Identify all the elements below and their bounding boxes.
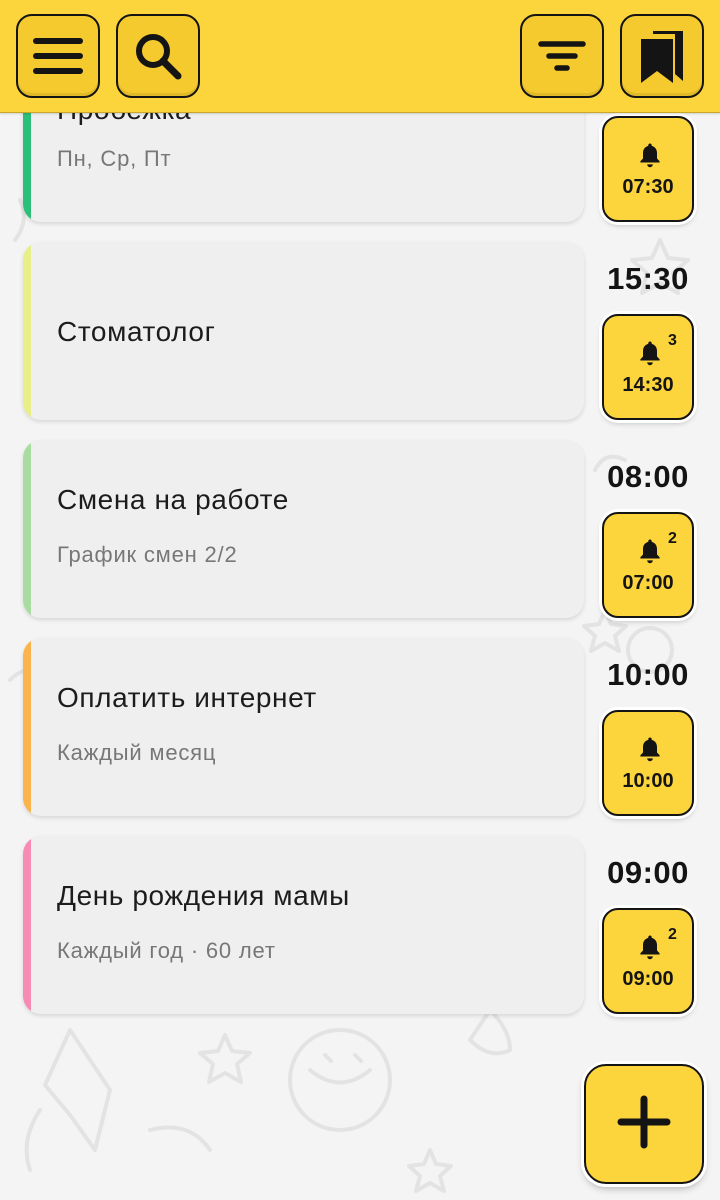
- reminder-subtitle: Каждый год · 60 лет: [57, 938, 276, 963]
- bell-icon: [638, 934, 662, 965]
- reminder-card[interactable]: День рождения мамы Каждый год · 60 лет: [23, 836, 584, 1014]
- reminder-card[interactable]: Стоматолог: [23, 242, 584, 420]
- filter-button[interactable]: [520, 14, 604, 98]
- event-time: 10:00: [607, 657, 689, 692]
- alarm-time: 07:00: [622, 572, 674, 594]
- alarm-button[interactable]: 2 09:00: [602, 908, 694, 1014]
- category-stripe: [23, 440, 31, 618]
- reminder-title: Оплатить интернет: [57, 682, 317, 713]
- filter-icon: [538, 38, 586, 74]
- menu-button[interactable]: [16, 14, 100, 98]
- alarm-time: 10:00: [622, 770, 674, 792]
- plus-icon: [617, 1095, 671, 1154]
- alarm-button[interactable]: 2 07:00: [602, 512, 694, 618]
- bookmarks-icon: [635, 27, 689, 85]
- alarm-time: 14:30: [622, 374, 674, 396]
- alarm-count-badge: 3: [668, 332, 677, 349]
- alarm-count-badge: 2: [668, 926, 677, 943]
- bell-icon: [638, 340, 662, 371]
- add-reminder-button[interactable]: [584, 1064, 704, 1184]
- bookmarks-button[interactable]: [620, 14, 704, 98]
- bell-icon: [638, 736, 662, 767]
- alarm-time: 09:00: [622, 968, 674, 990]
- event-time: 08:00: [607, 459, 689, 494]
- reminder-subtitle: Каждый месяц: [57, 740, 217, 765]
- top-app-bar: [0, 0, 720, 113]
- reminder-card[interactable]: Смена на работе График смен 2/2: [23, 440, 584, 618]
- reminder-title: Стоматолог: [57, 316, 216, 347]
- alarm-button[interactable]: 07:30: [602, 116, 694, 222]
- category-stripe: [23, 836, 31, 1014]
- reminder-list: Пробежка Пн, Ср, Пт 07:30 Стоматолог 15:…: [0, 0, 720, 1200]
- category-stripe: [23, 638, 31, 816]
- search-icon: [133, 31, 183, 81]
- reminder-subtitle: Пн, Ср, Пт: [57, 146, 172, 171]
- event-time: 15:30: [607, 261, 689, 296]
- alarm-button[interactable]: 10:00: [602, 710, 694, 816]
- alarm-count-badge: 2: [668, 530, 677, 547]
- bell-icon: [638, 142, 662, 173]
- event-time: 09:00: [607, 855, 689, 890]
- search-button[interactable]: [116, 14, 200, 98]
- reminder-card[interactable]: Оплатить интернет Каждый месяц: [23, 638, 584, 816]
- bell-icon: [638, 538, 662, 569]
- category-stripe: [23, 242, 31, 420]
- reminder-subtitle: График смен 2/2: [57, 542, 238, 567]
- alarm-time: 07:30: [622, 176, 674, 198]
- hamburger-menu-icon: [32, 36, 84, 76]
- alarm-button[interactable]: 3 14:30: [602, 314, 694, 420]
- reminder-title: День рождения мамы: [57, 880, 350, 911]
- reminder-title: Смена на работе: [57, 484, 289, 515]
